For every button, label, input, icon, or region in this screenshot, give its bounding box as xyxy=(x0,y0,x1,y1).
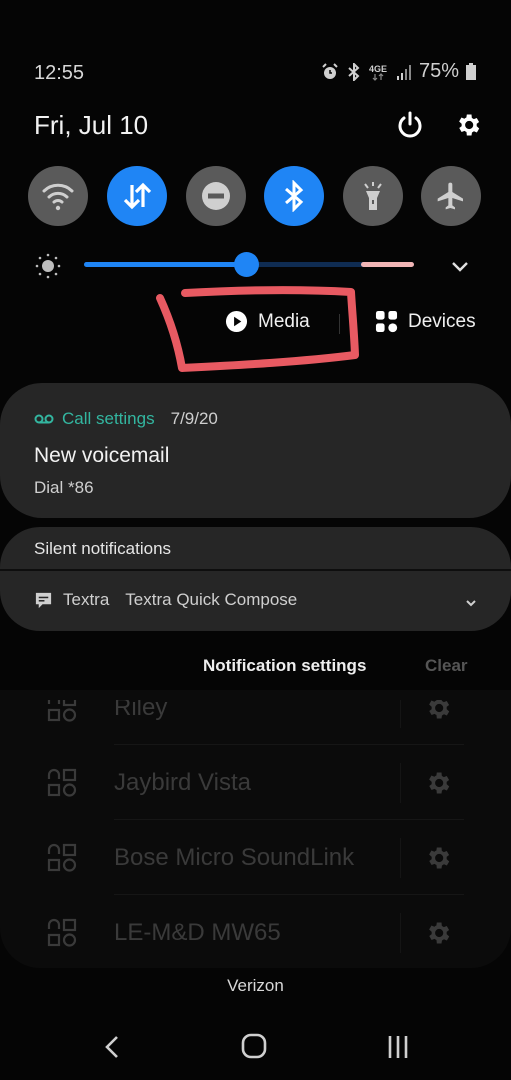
gear-icon xyxy=(429,847,450,869)
bluetooth-icon xyxy=(285,180,304,212)
flashlight-icon xyxy=(364,182,382,210)
gear-icon xyxy=(429,922,450,944)
device-row[interactable]: Bose Micro SoundLink xyxy=(0,820,511,895)
home-button[interactable] xyxy=(237,1030,271,1064)
battery-icon xyxy=(466,63,476,80)
mobile-data-toggle[interactable] xyxy=(107,166,167,226)
device-separator xyxy=(400,913,401,953)
gear-icon xyxy=(429,772,450,794)
date-label: Fri, Jul 10 xyxy=(34,110,149,140)
status-icons: 4GE 75% xyxy=(321,60,476,83)
voicemail-title: New voicemail xyxy=(34,444,170,467)
back-icon xyxy=(105,1036,118,1058)
device-settings-button[interactable] xyxy=(424,769,452,797)
svg-text:4GE: 4GE xyxy=(369,64,387,74)
recents-button[interactable] xyxy=(381,1030,415,1064)
back-button[interactable] xyxy=(96,1030,130,1064)
voicemail-icon xyxy=(34,414,54,424)
audio-device-icon xyxy=(46,767,78,799)
airplane-toggle[interactable] xyxy=(421,166,481,226)
textra-title: Textra Quick Compose xyxy=(125,590,298,609)
power-button[interactable] xyxy=(396,111,424,139)
wifi-toggle[interactable] xyxy=(28,166,88,226)
expand-panel-button[interactable] xyxy=(448,254,472,278)
power-icon xyxy=(398,111,422,138)
device-name: Jaybird Vista xyxy=(114,769,251,796)
settings-button[interactable] xyxy=(454,111,482,139)
brightness-slider-thumb[interactable] xyxy=(233,252,259,277)
message-icon xyxy=(35,592,52,608)
media-button[interactable]: Media xyxy=(225,310,310,333)
brightness-icon xyxy=(35,253,61,284)
devices-label: Devices xyxy=(408,310,476,332)
device-settings-button[interactable] xyxy=(424,919,452,947)
alarm-icon xyxy=(322,62,338,79)
recents-icon xyxy=(388,1036,408,1058)
device-separator xyxy=(400,838,401,878)
silent-divider xyxy=(0,569,511,571)
media-label: Media xyxy=(258,310,310,332)
airplane-icon xyxy=(437,182,463,210)
clear-button[interactable]: Clear xyxy=(425,656,468,676)
4g-lte-icon: 4GE xyxy=(369,64,387,81)
notification-settings-button[interactable]: Notification settings xyxy=(203,656,366,676)
brightness-warning-zone xyxy=(361,262,414,267)
voicemail-app-row: Call settings 7/9/20 xyxy=(34,409,218,429)
dnd-icon xyxy=(202,182,230,210)
device-row[interactable]: Riley xyxy=(0,700,511,745)
audio-device-icon xyxy=(46,917,78,949)
status-time: 12:55 xyxy=(34,62,85,84)
textra-expand-button[interactable] xyxy=(462,594,480,612)
media-devices-divider xyxy=(339,314,340,334)
textra-app-name: Textra xyxy=(63,590,110,609)
voicemail-app-name: Call settings xyxy=(62,409,155,428)
wifi-icon xyxy=(42,183,74,211)
audio-device-icon xyxy=(46,842,78,874)
silent-notifications-header: Silent notifications xyxy=(34,539,172,558)
bluetooth-icon xyxy=(348,62,360,81)
data-arrows-icon xyxy=(123,182,152,210)
dnd-toggle[interactable] xyxy=(186,166,246,226)
carrier-label: Verizon xyxy=(227,976,284,995)
devices-grid-icon xyxy=(375,310,398,333)
device-separator xyxy=(400,763,401,803)
flashlight-toggle[interactable] xyxy=(343,166,403,226)
home-icon xyxy=(241,1033,267,1059)
play-icon xyxy=(225,310,248,333)
device-row[interactable]: Jaybird Vista xyxy=(0,745,511,820)
device-name: Bose Micro SoundLink xyxy=(114,844,355,871)
gear-icon xyxy=(459,114,480,136)
bluetooth-toggle[interactable] xyxy=(264,166,324,226)
devices-button[interactable]: Devices xyxy=(375,310,476,333)
voicemail-body: Dial *86 xyxy=(34,478,94,497)
battery-percent: 75% xyxy=(418,60,459,82)
device-name: LE-M&D MW65 xyxy=(114,919,281,946)
voicemail-date: 7/9/20 xyxy=(170,409,218,428)
chevron-down-icon xyxy=(452,262,468,272)
device-row[interactable]: LE-M&D MW65 xyxy=(0,895,511,970)
textra-notification[interactable]: Textra Textra Quick Compose xyxy=(34,590,297,610)
brightness-slider-fill xyxy=(84,262,246,267)
device-settings-button[interactable] xyxy=(424,844,452,872)
chevron-down-icon xyxy=(466,600,476,607)
signal-icon xyxy=(396,64,411,80)
